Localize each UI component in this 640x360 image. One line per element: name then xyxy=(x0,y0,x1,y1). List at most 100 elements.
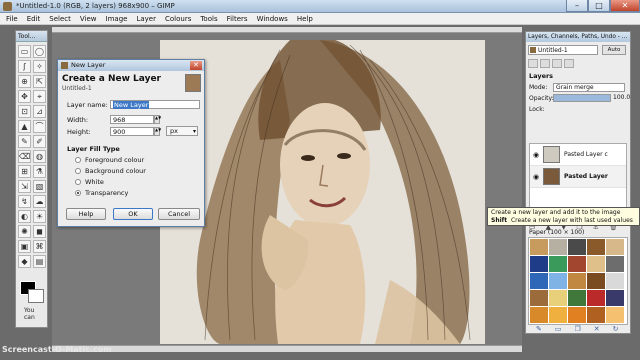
layers-tab-icon[interactable] xyxy=(528,59,538,68)
pattern-swatch[interactable] xyxy=(587,307,605,323)
channels-tab-icon[interactable] xyxy=(540,59,550,68)
measure-tool-icon[interactable]: ⌘ xyxy=(33,240,46,253)
menu-edit[interactable]: Edit xyxy=(27,15,41,23)
layer-name-input[interactable]: New Layer xyxy=(110,100,200,109)
pattern-swatch[interactable] xyxy=(606,239,624,255)
pencil-tool-icon[interactable]: ✎ xyxy=(18,135,31,148)
delete-pattern-icon[interactable]: ✕ xyxy=(594,325,600,333)
clone-tool-icon[interactable]: ⊞ xyxy=(18,165,31,178)
pattern-swatch[interactable] xyxy=(587,273,605,289)
pattern-swatch[interactable] xyxy=(530,256,548,272)
dodge-burn-tool-icon[interactable]: ◐ xyxy=(18,210,31,223)
eye-icon[interactable]: ◉ xyxy=(533,166,539,188)
ellipse-select-tool-icon[interactable]: ◯ xyxy=(33,45,46,58)
maximize-button[interactable]: □ xyxy=(588,0,610,12)
mode-select[interactable]: Grain merge xyxy=(553,83,625,92)
menu-file[interactable]: File xyxy=(6,15,18,23)
pattern-swatch[interactable] xyxy=(549,239,567,255)
pattern-swatch[interactable] xyxy=(568,307,586,323)
minimize-button[interactable]: – xyxy=(566,0,588,12)
align-tool-icon[interactable]: ⌖ xyxy=(33,90,46,103)
width-spinner[interactable]: ▲▼ xyxy=(154,115,161,124)
pattern-swatch[interactable] xyxy=(568,290,586,306)
help-button[interactable]: Help xyxy=(66,208,106,220)
duplicate-pattern-icon[interactable]: ❐ xyxy=(575,325,581,333)
pattern-swatch[interactable] xyxy=(606,273,624,289)
rotate-tool-icon[interactable]: ⊿ xyxy=(33,105,46,118)
canvas-image[interactable] xyxy=(160,40,485,344)
menu-colours[interactable]: Colours xyxy=(165,15,191,23)
layer-row[interactable]: ◉ Pasted Layer c xyxy=(530,144,626,166)
close-button[interactable]: ✕ xyxy=(610,0,640,12)
fill-white-radio[interactable]: White xyxy=(75,178,104,186)
menu-filters[interactable]: Filters xyxy=(227,15,248,23)
text-tool-icon[interactable]: ◆ xyxy=(18,255,31,268)
color-select-tool-icon[interactable]: ⊕ xyxy=(18,75,31,88)
fill-foreground-radio[interactable]: Foreground colour xyxy=(75,156,144,164)
pattern-swatch[interactable] xyxy=(568,273,586,289)
image-selector[interactable]: Untitled-1 xyxy=(528,45,598,55)
pattern-swatch[interactable] xyxy=(549,307,567,323)
undo-tab-icon[interactable] xyxy=(564,59,574,68)
paintbrush-tool-icon[interactable]: ✐ xyxy=(33,135,46,148)
pattern-swatch[interactable] xyxy=(587,239,605,255)
pattern-swatch[interactable] xyxy=(568,256,586,272)
menu-image[interactable]: Image xyxy=(106,15,128,23)
menu-select[interactable]: Select xyxy=(49,15,71,23)
menu-help[interactable]: Help xyxy=(297,15,313,23)
free-select-tool-icon[interactable]: ʃ xyxy=(18,60,31,73)
pattern-swatch[interactable] xyxy=(549,273,567,289)
new-pattern-icon[interactable]: ▭ xyxy=(555,325,562,333)
pattern-swatch[interactable] xyxy=(606,307,624,323)
move-tool-icon[interactable]: ✥ xyxy=(18,90,31,103)
layer-row-active[interactable]: ◉ Pasted Layer xyxy=(530,166,626,188)
shear-tool-icon[interactable]: ⌒ xyxy=(33,120,46,133)
cancel-button[interactable]: Cancel xyxy=(158,208,200,220)
menu-windows[interactable]: Windows xyxy=(257,15,288,23)
ok-button[interactable]: OK xyxy=(113,208,153,220)
pattern-swatch[interactable] xyxy=(530,273,548,289)
auto-button[interactable]: Auto xyxy=(602,45,626,55)
fill-background-radio[interactable]: Background colour xyxy=(75,167,146,175)
height-spinner[interactable]: ▲▼ xyxy=(154,127,161,136)
unit-select[interactable]: px ▾ xyxy=(166,126,198,136)
heal-tool-icon[interactable]: ⚗ xyxy=(33,165,46,178)
pattern-swatch[interactable] xyxy=(587,256,605,272)
menu-tools[interactable]: Tools xyxy=(200,15,217,23)
ink-tool-icon[interactable]: ✺ xyxy=(18,225,31,238)
edit-pattern-icon[interactable]: ✎ xyxy=(536,325,542,333)
horizontal-scrollbar[interactable] xyxy=(52,345,522,352)
rect-select-tool-icon[interactable]: ▭ xyxy=(18,45,31,58)
scale-tool-icon[interactable]: ▲ xyxy=(18,120,31,133)
levels-tool-icon[interactable]: ☀ xyxy=(33,210,46,223)
height-input[interactable]: 900 xyxy=(110,127,154,136)
refresh-pattern-icon[interactable]: ↻ xyxy=(613,325,619,333)
pattern-swatch[interactable] xyxy=(606,290,624,306)
eye-icon[interactable]: ◉ xyxy=(533,144,539,166)
perspective-clone-tool-icon[interactable]: ⇲ xyxy=(18,180,31,193)
paths-tab-icon[interactable] xyxy=(552,59,562,68)
pattern-swatch[interactable] xyxy=(530,307,548,323)
pattern-swatch[interactable] xyxy=(568,239,586,255)
dialog-close-button[interactable]: ✕ xyxy=(190,61,202,70)
width-input[interactable]: 968 xyxy=(110,115,154,124)
zoom-tool-icon[interactable]: ▤ xyxy=(33,255,46,268)
pattern-swatch[interactable] xyxy=(530,239,548,255)
paths-tool-icon[interactable]: ▣ xyxy=(18,240,31,253)
background-color-swatch[interactable] xyxy=(28,289,44,303)
blur-tool-icon[interactable]: ☁ xyxy=(33,195,46,208)
pattern-swatch[interactable] xyxy=(549,290,567,306)
pattern-swatch[interactable] xyxy=(606,256,624,272)
pattern-swatch[interactable] xyxy=(530,290,548,306)
fuzzy-select-tool-icon[interactable]: ✧ xyxy=(33,60,46,73)
menu-view[interactable]: View xyxy=(80,15,97,23)
airbrush-tool-icon[interactable]: ◍ xyxy=(33,150,46,163)
smudge-tool-icon[interactable]: ↯ xyxy=(18,195,31,208)
scissors-tool-icon[interactable]: ⇱ xyxy=(33,75,46,88)
bucket-fill-tool-icon[interactable]: ◼ xyxy=(33,225,46,238)
fill-transparency-radio[interactable]: Transparency xyxy=(75,189,128,197)
eraser-tool-icon[interactable]: ⌫ xyxy=(18,150,31,163)
blend-tool-icon[interactable]: ▧ xyxy=(33,180,46,193)
menu-layer[interactable]: Layer xyxy=(136,15,156,23)
pattern-swatch[interactable] xyxy=(549,256,567,272)
